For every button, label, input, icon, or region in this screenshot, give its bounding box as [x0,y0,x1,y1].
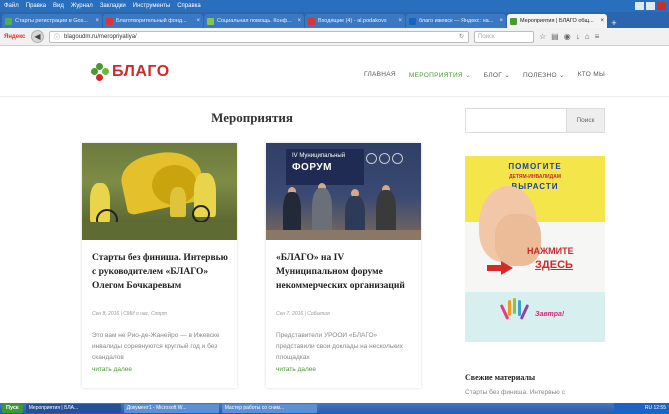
post-card: Старты без финиша. Интервью с руководите… [82,143,237,388]
banner-tomorrow-label: Завтра! [535,311,565,318]
tab-close-icon[interactable]: × [95,18,99,24]
tab-label: Социальная помощь. Конф... [217,18,292,24]
menu-history[interactable]: Журнал [71,3,93,9]
home-icon[interactable]: ⌂ [585,32,590,41]
favicon-icon [510,17,517,25]
library-icon[interactable]: ▤ [551,32,559,41]
browser-tab[interactable]: Старты регистрации в Gos... × [2,14,102,28]
banner-line2: ДЕТЯМ-ИНВАЛИДАМ [509,174,561,180]
read-more-link[interactable]: читать далее [276,366,316,373]
photo-banner-small: IV Муниципальный [292,153,346,159]
bookmark-star-icon[interactable]: ☆ [539,32,546,41]
sidebar-search-input[interactable] [465,108,567,133]
tab-close-icon[interactable]: × [499,18,503,24]
os-taskbar: Пуск Мероприятия | БЛА... Документ1 - Mi… [0,403,669,414]
toolbar-icons: ☆ ▤ ◉ ↓ ⌂ ≡ [539,32,599,41]
reload-icon[interactable]: ↻ [459,33,464,40]
tab-label: Благотворительный фонд... [116,18,187,24]
post-thumbnail[interactable] [82,143,237,240]
nav-item-home[interactable]: ГЛАВНАЯ [364,71,396,79]
recent-posts-heading: Свежие материалы [465,373,536,382]
favicon-icon [409,17,416,25]
menu-edit[interactable]: Правка [26,3,46,9]
browser-tab[interactable]: Входящие (4) - al.podakovs × [305,14,405,28]
site-header: БЛАГО ГЛАВНАЯ МЕРОПРИЯТИЯ ⌄ БЛОГ ⌄ ПОЛЕЗ… [0,47,669,97]
minimize-button[interactable] [635,2,644,10]
arrow-right-icon [501,261,513,275]
browser-tab[interactable]: Социальная помощь. Конф... × [204,14,304,28]
page-title: Мероприятия [211,110,293,125]
taskbar-item[interactable]: Мероприятия | БЛА... [25,404,121,413]
taskbar-item[interactable]: Мастер работы со сним... [221,404,317,413]
logo-text: БЛАГО [112,63,170,80]
banner-here-label: ЗДЕСЬ [535,259,573,271]
taskbar-item[interactable]: Документ1 - Microsoft W... [123,404,219,413]
sidebar-search-button[interactable]: Поиск [567,108,605,133]
close-window-button[interactable] [657,2,666,10]
browser-tab[interactable]: Благотворительный фонд... × [103,14,203,28]
menu-view[interactable]: Вид [53,3,64,9]
tab-label: Входящие (4) - al.podakovs [318,18,387,24]
post-meta: Сен 8, 2016 | СМИ о нас, Спорт [92,311,168,317]
menu-icon[interactable]: ≡ [595,32,600,41]
browser-tabbar: Старты регистрации в Gos... × Благотворит… [0,12,669,28]
menu-tools[interactable]: Инструменты [133,3,170,9]
post-meta: Сен 7, 2016 | События [276,311,330,317]
post-thumbnail[interactable]: IV Муниципальный ФОРУМ [266,143,421,240]
banner-line3: ВЫРАСТИ [511,182,559,191]
post-excerpt: Это вам не Рио-де-Жанейро — в Ижевске ин… [92,332,220,361]
favicon-icon [308,17,315,25]
nav-item-events[interactable]: МЕРОПРИЯТИЯ ⌄ [409,71,471,79]
tab-label: Старты регистрации в Gos... [15,18,88,24]
post-card: IV Муниципальный ФОРУМ «БЛАГО» на IV Мун… [266,143,421,388]
maximize-button[interactable] [646,2,655,10]
address-bar[interactable]: ⓘ blagoudm.ru/meropriyatiya/ ↻ [49,30,469,43]
post-title-link[interactable]: «БЛАГО» на IV Муниципальном форуме неком… [276,251,416,293]
tab-close-icon[interactable]: × [297,18,301,24]
main-nav: ГЛАВНАЯ МЕРОПРИЯТИЯ ⌄ БЛОГ ⌄ ПОЛЕЗНО ⌄ К… [364,71,605,79]
yandex-logo[interactable]: Яндекс [4,34,26,40]
post-excerpt: Представители УРООИ «БЛАГО» представили … [276,332,403,361]
photo-banner-big: ФОРУМ [292,162,332,173]
favicon-icon [106,17,113,25]
read-more-link[interactable]: читать далее [92,366,132,373]
nav-item-blog[interactable]: БЛОГ ⌄ [484,71,510,79]
charity-banner[interactable]: ПОМОГИТЕ ДЕТЯМ-ИНВАЛИДАМ ВЫРАСТИ НАЖМИТЕ… [465,156,605,342]
browser-tab[interactable]: благо ижевск — Яндекс: на... × [406,14,506,28]
favicon-icon [207,17,214,25]
tab-label: благо ижевск — Яндекс: на... [419,18,494,24]
flower-logo-icon [91,63,109,81]
tab-label: Мероприятия | БЛАГО общ... [520,18,594,24]
pocket-icon[interactable]: ◉ [564,32,571,41]
start-button[interactable]: Пуск [2,404,23,413]
browser-tab-active[interactable]: Мероприятия | БЛАГО общ... × [507,14,607,28]
nav-item-useful[interactable]: ПОЛЕЗНО ⌄ [523,71,565,79]
banner-line1: ПОМОГИТЕ [508,162,562,171]
site-logo[interactable]: БЛАГО [91,63,170,81]
window-controls [635,2,666,10]
post-title-link[interactable]: Старты без финиша. Интервью с руководите… [92,251,232,293]
menu-file[interactable]: Файл [4,3,19,9]
browser-search-input[interactable]: Поиск [474,30,534,43]
tab-close-icon[interactable]: × [196,18,200,24]
banner-click-label: НАЖМИТЕ [527,246,574,256]
tab-close-icon[interactable]: × [398,18,402,24]
menu-help[interactable]: Справка [177,3,201,9]
system-tray: RU 12:55 [614,403,669,414]
info-icon[interactable]: ⓘ [54,32,60,41]
browser-navbar: Яндекс ◀ ⓘ blagoudm.ru/meropriyatiya/ ↻ … [0,28,669,46]
url-text: blagoudm.ru/meropriyatiya/ [64,33,137,40]
new-tab-button[interactable]: + [608,18,620,28]
nav-item-about[interactable]: КТО МЫ [578,71,605,79]
menu-bookmarks[interactable]: Закладки [100,3,126,9]
recent-post-link[interactable]: Старты без финиша. Интервью с [465,389,605,396]
browser-menubar: Файл Правка Вид Журнал Закладки Инструме… [0,0,669,12]
download-icon[interactable]: ↓ [576,32,580,41]
back-button[interactable]: ◀ [31,30,44,43]
tab-close-icon[interactable]: × [600,18,604,24]
sidebar-search: Поиск [465,108,605,133]
hand-logo-icon [499,298,530,324]
favicon-icon [5,17,12,25]
